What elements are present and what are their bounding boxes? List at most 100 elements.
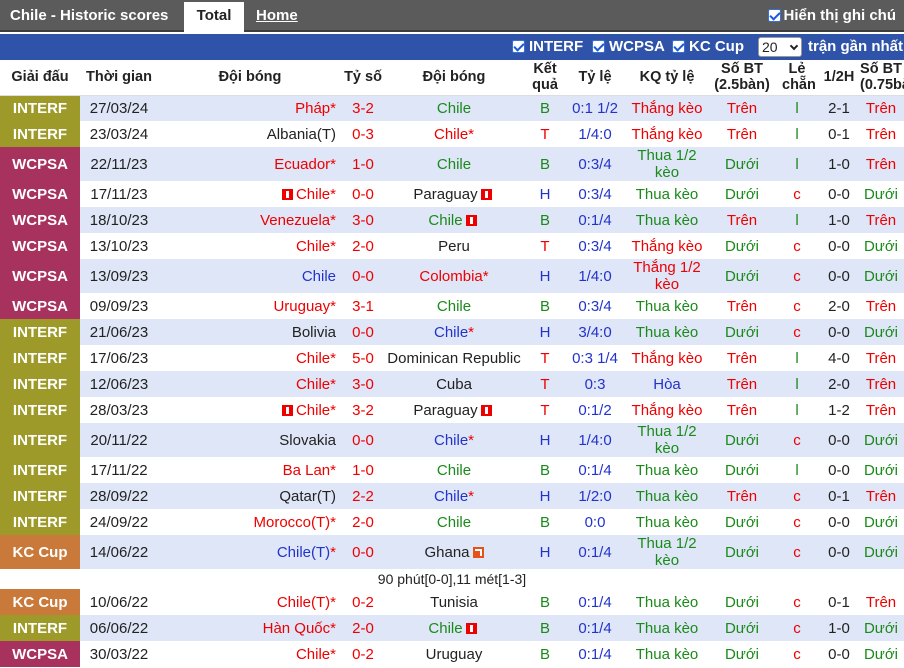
- home-team[interactable]: Ba Lan*: [158, 457, 342, 483]
- home-team[interactable]: Chile(T)*: [158, 535, 342, 569]
- away-team[interactable]: Chile: [384, 615, 524, 641]
- home-team[interactable]: Chile*: [158, 181, 342, 207]
- table-row[interactable]: INTERF 17/06/23 Chile* 5-0 Dominican Republi…: [0, 345, 904, 371]
- table-row[interactable]: INTERF 23/03/24 Albania(T) 0-3 Chile* T 1/4:0 T…: [0, 121, 904, 147]
- result: T: [524, 345, 566, 371]
- col-header[interactable]: Tỷ số: [342, 60, 384, 96]
- handicap-text: 0:3 1/4: [572, 349, 618, 367]
- table-row[interactable]: WCPSA 13/10/23 Chile* 2-0 Peru T 0:3/4 Thắng kè…: [0, 233, 904, 259]
- checkbox-checked-icon[interactable]: [672, 40, 685, 53]
- away-team[interactable]: Chile: [384, 207, 524, 233]
- home-team[interactable]: Chile*: [158, 345, 342, 371]
- col-header[interactable]: Tỷ lệ: [566, 60, 624, 96]
- away-team[interactable]: Uruguay: [384, 641, 524, 667]
- away-team[interactable]: Paraguay: [384, 181, 524, 207]
- tab-home[interactable]: Home: [256, 7, 298, 24]
- home-team[interactable]: Chile*: [158, 233, 342, 259]
- home-team[interactable]: Pháp*: [158, 95, 342, 121]
- odd-even-text: c: [793, 267, 801, 285]
- away-team[interactable]: Cuba: [384, 371, 524, 397]
- away-team[interactable]: Tunisia: [384, 589, 524, 615]
- home-team[interactable]: Bolivia: [158, 319, 342, 345]
- over-under: Trên: [710, 397, 774, 423]
- col-header[interactable]: Đội bóng: [158, 60, 342, 96]
- col-header[interactable]: Đội bóng: [384, 60, 524, 96]
- col-header[interactable]: KQ tỷ lệ: [624, 60, 710, 96]
- match-count-select[interactable]: 20: [758, 37, 802, 57]
- away-team[interactable]: Colombia*: [384, 259, 524, 293]
- odd-even: c: [774, 181, 820, 207]
- table-row[interactable]: INTERF 17/11/22 Ba Lan* 1-0 Chile B 0:1/4 Thua …: [0, 457, 904, 483]
- away-team[interactable]: Ghana: [384, 535, 524, 569]
- away-team[interactable]: Dominican Republic: [384, 345, 524, 371]
- table-row[interactable]: INTERF 28/09/22 Qatar(T) 2-2 Chile* H 1/2:0 Thu…: [0, 483, 904, 509]
- odd-even-text: c: [793, 619, 801, 637]
- checkbox-checked-icon[interactable]: [592, 40, 605, 53]
- home-team[interactable]: Chile(T)*: [158, 589, 342, 615]
- table-row[interactable]: WCPSA 09/09/23 Uruguay* 3-1 Chile B 0:3/4 Thua …: [0, 293, 904, 319]
- home-team[interactable]: Ecuador*: [158, 147, 342, 181]
- table-row[interactable]: INTERF 28/03/23 Chile* 3-2 Paraguay T 0:1/2 Thắ…: [0, 397, 904, 423]
- away-team[interactable]: Chile*: [384, 319, 524, 345]
- league-badge: WCPSA: [0, 207, 80, 233]
- filter-kccup[interactable]: KC Cup: [672, 38, 744, 55]
- table-row[interactable]: INTERF 24/09/22 Morocco(T)* 2-0 Chile B 0:0 Thu…: [0, 509, 904, 535]
- col-header[interactable]: 1/2H: [820, 60, 858, 96]
- home-team[interactable]: Uruguay*: [158, 293, 342, 319]
- col-header[interactable]: Kết quả: [524, 60, 566, 96]
- away-team[interactable]: Chile: [384, 293, 524, 319]
- away-team[interactable]: Chile: [384, 457, 524, 483]
- league-badge-text: INTERF: [12, 431, 68, 449]
- home-team[interactable]: Chile: [158, 259, 342, 293]
- score: 0-3: [342, 121, 384, 147]
- table-row[interactable]: WCPSA 13/09/23 Chile 0-0 Colombia* H 1/4:0 Thắn…: [0, 259, 904, 293]
- over-under-text: Dưới: [724, 593, 760, 611]
- home-team[interactable]: Chile*: [158, 641, 342, 667]
- col-header[interactable]: Thời gian: [80, 60, 158, 96]
- away-team[interactable]: Chile: [384, 509, 524, 535]
- col-header[interactable]: Số BT (2.5bàn): [710, 60, 774, 96]
- home-team[interactable]: Albania(T): [158, 121, 342, 147]
- away-team[interactable]: Peru: [384, 233, 524, 259]
- filter-interf[interactable]: INTERF: [512, 38, 583, 55]
- home-team[interactable]: Chile*: [158, 397, 342, 423]
- league-badge: INTERF: [0, 457, 80, 483]
- result-text: B: [539, 645, 550, 663]
- col-header[interactable]: Giải đấu: [0, 60, 80, 96]
- table-row[interactable]: WCPSA 22/11/23 Ecuador* 1-0 Chile B 0:3/4 Thua …: [0, 147, 904, 181]
- table-row[interactable]: KC Cup 14/06/22 Chile(T)* 0-0 Ghana H 0:1/4 Thu…: [0, 535, 904, 569]
- away-team[interactable]: Paraguay: [384, 397, 524, 423]
- over-under: Trên: [710, 95, 774, 121]
- table-row[interactable]: WCPSA 17/11/23 Chile* 0-0 Paraguay H 0:3/4 Thua…: [0, 181, 904, 207]
- table-row[interactable]: INTERF 27/03/24 Pháp* 3-2 Chile B 0:1 1/2 Thắng…: [0, 95, 904, 121]
- table-row[interactable]: KC Cup 10/06/22 Chile(T)* 0-2 Tunisia B 0:1/4 T…: [0, 589, 904, 615]
- table-row[interactable]: INTERF 12/06/23 Chile* 3-0 Cuba T 0:3 Hòa Trên l 2…: [0, 371, 904, 397]
- table-row[interactable]: WCPSA 18/10/23 Venezuela* 3-0 Chile B 0:1/4 Thu…: [0, 207, 904, 233]
- away-team[interactable]: Chile*: [384, 423, 524, 457]
- away-team[interactable]: Chile*: [384, 121, 524, 147]
- away-team[interactable]: Chile: [384, 147, 524, 181]
- home-team[interactable]: Chile*: [158, 371, 342, 397]
- col-header[interactable]: Lẻ chẵn: [774, 60, 820, 96]
- checkbox-checked-icon[interactable]: [767, 9, 781, 22]
- league-badge-text: WCPSA: [12, 211, 68, 229]
- col-header[interactable]: Số BT (0.75bàn): [858, 60, 904, 96]
- home-team[interactable]: Hàn Quốc*: [158, 615, 342, 641]
- home-team[interactable]: Qatar(T): [158, 483, 342, 509]
- home-team[interactable]: Slovakia: [158, 423, 342, 457]
- tab-total[interactable]: Total: [184, 2, 244, 32]
- table-row[interactable]: INTERF 06/06/22 Hàn Quốc* 2-0 Chile B 0:1/4 Thu…: [0, 615, 904, 641]
- table-row[interactable]: WCPSA 30/03/22 Chile* 0-2 Uruguay B 0:1/4 Thua …: [0, 641, 904, 667]
- filter-wcpsa[interactable]: WCPSA: [592, 38, 665, 55]
- table-row[interactable]: INTERF 21/06/23 Bolivia 0-0 Chile* H 3/4:0 Thua…: [0, 319, 904, 345]
- odd-even: l: [774, 207, 820, 233]
- home-team[interactable]: Venezuela*: [158, 207, 342, 233]
- result-text: B: [539, 155, 550, 173]
- checkbox-checked-icon[interactable]: [512, 40, 525, 53]
- half-time-text: 0-0: [828, 513, 850, 531]
- away-team[interactable]: Chile: [384, 95, 524, 121]
- show-notes-toggle[interactable]: Hiển thị ghi chú: [767, 7, 896, 24]
- home-team[interactable]: Morocco(T)*: [158, 509, 342, 535]
- table-row[interactable]: INTERF 20/11/22 Slovakia 0-0 Chile* H 1/4:0 Thu…: [0, 423, 904, 457]
- away-team[interactable]: Chile*: [384, 483, 524, 509]
